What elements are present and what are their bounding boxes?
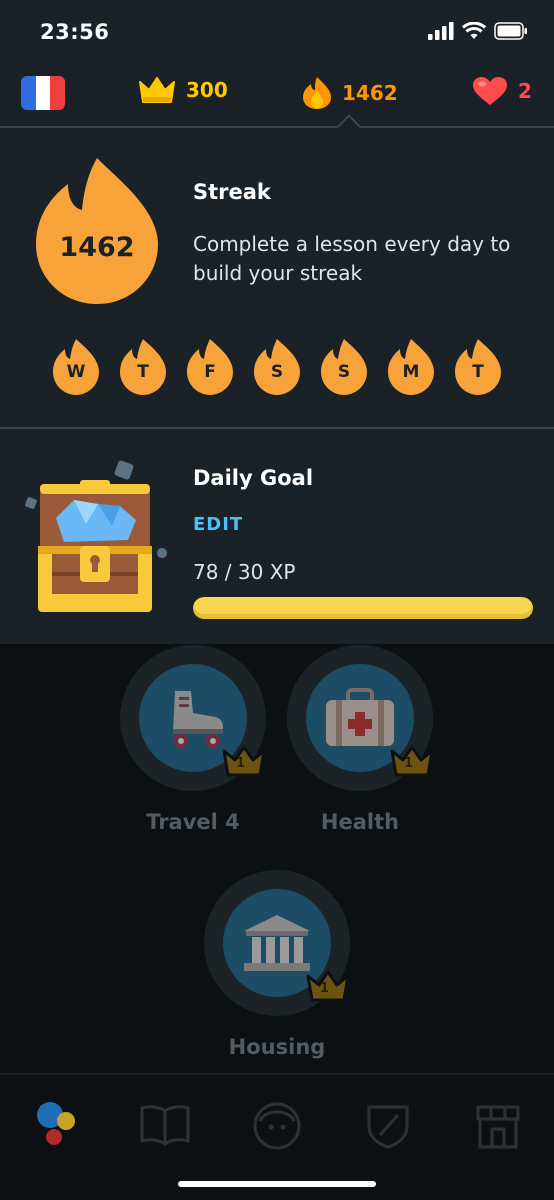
day-flame: W: [52, 338, 100, 396]
skill-label-travel: Travel 4: [146, 810, 240, 834]
daily-goal-progress-text: 78 / 30 XP: [193, 560, 296, 584]
day-flame: F: [186, 338, 234, 396]
status-icons: [428, 22, 528, 40]
stories-icon[interactable]: [140, 1103, 190, 1147]
day-letter: T: [137, 362, 149, 382]
skill-level: 1: [404, 756, 414, 771]
bank-building-icon: [244, 915, 310, 971]
wifi-icon: [462, 22, 486, 39]
day-flame: T: [119, 338, 167, 396]
daily-goal-progress-bar: [193, 597, 533, 619]
first-aid-kit-icon: [326, 688, 394, 746]
skill-label-health: Health: [320, 810, 400, 834]
france-flag-icon[interactable]: [21, 76, 65, 110]
crown-icon: [139, 77, 175, 103]
crowns-count: 300: [186, 78, 228, 102]
home-indicator[interactable]: [178, 1181, 376, 1187]
shop-icon[interactable]: [474, 1103, 522, 1149]
day-letter: M: [402, 362, 420, 382]
streak-description: Complete a lesson every day to build you…: [193, 232, 511, 285]
flame-icon: [303, 77, 331, 109]
day-flame: S: [320, 338, 368, 396]
roller-skate-icon: [173, 691, 223, 748]
skill-label-housing: Housing: [228, 1035, 326, 1059]
streak-count-large: 1462: [59, 232, 135, 263]
day-flame: S: [253, 338, 301, 396]
heart-icon: [473, 77, 507, 105]
profile-icon[interactable]: [252, 1101, 302, 1151]
streak-week-days: W T F S S M T: [52, 338, 502, 396]
status-time: 23:56: [40, 20, 110, 44]
skill-level: 1: [320, 981, 330, 996]
learn-icon[interactable]: [34, 1099, 78, 1151]
battery-icon: [494, 22, 527, 40]
day-letter: S: [337, 362, 351, 382]
hearts-count: 2: [518, 79, 532, 103]
day-letter: T: [472, 362, 484, 382]
top-bar: 300 1462 2: [0, 66, 554, 128]
daily-goal-title: Daily Goal: [193, 466, 314, 490]
streak-count: 1462: [342, 81, 398, 105]
treasure-chest-icon: [25, 460, 167, 612]
skill-level: 1: [236, 756, 246, 771]
day-letter: F: [204, 362, 216, 382]
status-bar: 23:56: [0, 0, 554, 66]
streak-flame-icon: [36, 158, 158, 304]
hearts-counter[interactable]: 2: [472, 76, 532, 106]
streak-counter[interactable]: 1462: [302, 76, 398, 110]
streak-title: Streak: [193, 180, 271, 204]
panel-divider: [0, 427, 554, 429]
day-flame: M: [387, 338, 435, 396]
day-flame: T: [454, 338, 502, 396]
signal-icon: [428, 22, 454, 40]
crowns-counter[interactable]: 300: [138, 76, 228, 104]
leagues-icon[interactable]: [366, 1103, 410, 1149]
day-letter: W: [66, 362, 86, 382]
day-letter: S: [270, 362, 284, 382]
daily-goal-edit-link[interactable]: EDIT: [193, 514, 243, 535]
daily-goal-progress-fill: [193, 597, 533, 619]
